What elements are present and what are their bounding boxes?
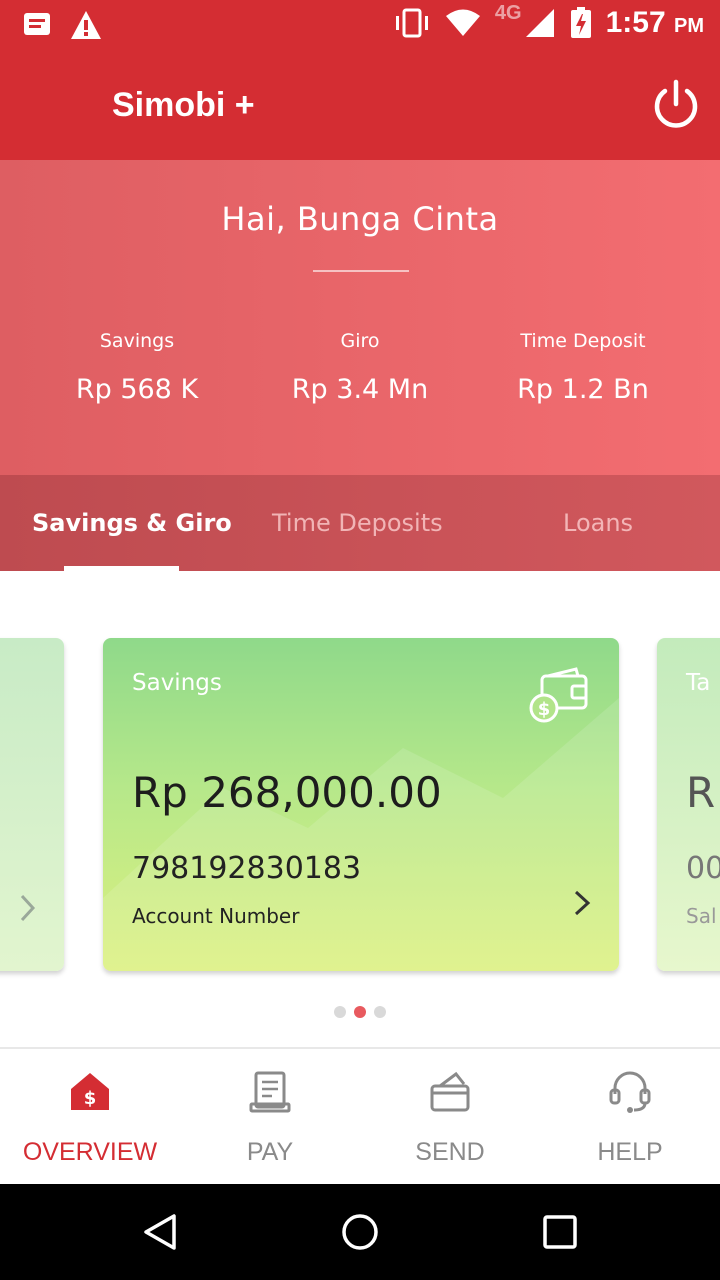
status-bar: 4G 1:57 PM	[0, 0, 720, 50]
greeting: Hai, Bunga Cinta	[221, 200, 499, 238]
wallet-dollar-icon: $	[529, 667, 588, 723]
nav-help[interactable]: HELP	[540, 1052, 720, 1184]
home-dollar-icon: $	[71, 1073, 109, 1110]
account-carousel[interactable]: Savings $ Rp 268,000.00 798192830183 Acc…	[0, 571, 720, 1049]
home-icon[interactable]	[340, 1212, 380, 1252]
savings-summary: Savings Rp 568 K	[17, 330, 257, 405]
summary-value: Rp 3.4 Mn	[291, 374, 429, 405]
summary-label: Time Deposit	[520, 330, 646, 352]
notification-icon	[24, 13, 50, 35]
app-bar: Simobi +	[0, 50, 720, 160]
giro-summary: Giro Rp 3.4 Mn	[240, 330, 480, 405]
nav-label: OVERVIEW	[22, 1138, 158, 1166]
nav-send[interactable]: SEND	[360, 1052, 540, 1184]
nav-pay[interactable]: PAY	[180, 1052, 360, 1184]
account-tabs: Savings & Giro Time Deposits Loans	[0, 475, 720, 571]
account-summary: Hai, Bunga Cinta Savings Rp 568 K Giro R…	[0, 160, 720, 475]
receipt-icon	[249, 1071, 291, 1113]
summary-label: Giro	[340, 330, 380, 352]
time-deposit-summary: Time Deposit Rp 1.2 Bn	[463, 330, 703, 405]
tab-time-deposits[interactable]: Time Deposits	[272, 509, 443, 537]
wifi-icon	[445, 9, 480, 36]
card-account-number-label: Account Number	[132, 904, 300, 928]
power-icon[interactable]	[650, 79, 702, 131]
pagination-dot-active[interactable]	[354, 1006, 366, 1018]
card-balance: Rp 268,000.00	[132, 768, 442, 817]
card-account-number: 798192830183	[132, 851, 362, 886]
summary-value: Rp 1.2 Bn	[517, 374, 649, 405]
battery-charging-icon	[570, 7, 591, 38]
clock: 1:57 PM	[605, 6, 704, 39]
headset-icon	[609, 1071, 651, 1113]
previous-account-card[interactable]	[0, 638, 64, 971]
card-account-type: Savings	[132, 670, 222, 696]
svg-text:$: $	[538, 699, 551, 720]
system-nav-bar	[0, 1184, 720, 1280]
bottom-navigation: $ OVERVIEW PAY SEND HELP	[0, 1052, 720, 1184]
wallet-send-icon	[430, 1071, 470, 1112]
savings-account-card[interactable]: Savings $ Rp 268,000.00 798192830183 Acc…	[103, 638, 619, 971]
pagination-dot[interactable]	[334, 1006, 346, 1018]
nav-label: PAY	[246, 1138, 294, 1166]
tab-savings-giro[interactable]: Savings & Giro	[32, 509, 232, 537]
vibrate-icon	[395, 8, 428, 38]
next-card-balance: R	[686, 768, 716, 817]
back-icon[interactable]	[140, 1212, 180, 1252]
svg-text:$: $	[84, 1088, 97, 1109]
recents-icon[interactable]	[540, 1212, 580, 1252]
divider	[313, 270, 409, 272]
next-card-sub: Sal	[686, 904, 717, 928]
chevron-right-icon	[20, 894, 36, 922]
app-title: Simobi +	[112, 86, 255, 124]
summary-value: Rp 568 K	[75, 374, 199, 405]
next-account-card[interactable]: Ta R 00 Sal	[657, 638, 720, 971]
network-type: 4G	[494, 1, 522, 24]
signal-icon	[525, 9, 554, 37]
chevron-right-icon[interactable]	[569, 888, 595, 918]
warning-icon	[71, 11, 101, 39]
summary-label: Savings	[99, 330, 175, 352]
nav-label: SEND	[415, 1138, 485, 1166]
nav-overview[interactable]: $ OVERVIEW	[0, 1052, 180, 1184]
pagination-dot[interactable]	[374, 1006, 386, 1018]
next-card-account: 00	[686, 851, 720, 886]
next-card-label: Ta	[686, 670, 711, 696]
nav-label: HELP	[597, 1138, 663, 1166]
carousel-pagination	[334, 1006, 386, 1018]
tab-loans[interactable]: Loans	[563, 509, 633, 537]
